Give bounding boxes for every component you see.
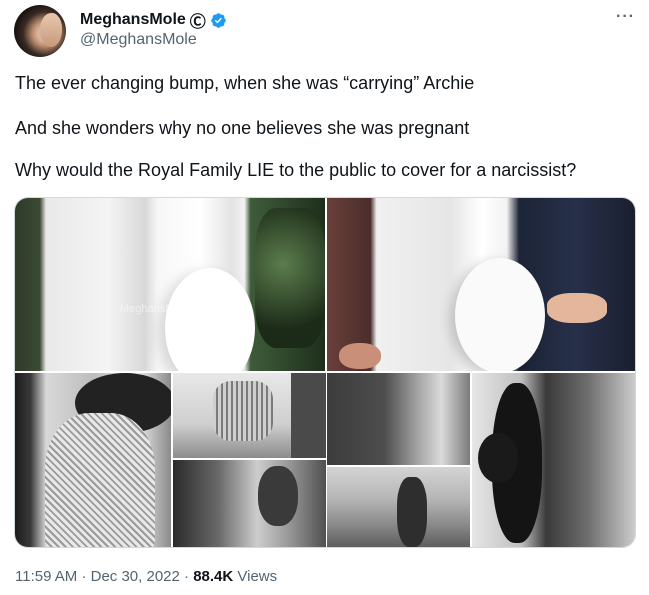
tweet-meta: 11:59 AM · Dec 30, 2022 · 88.4K Views (15, 568, 277, 585)
doorway (291, 373, 326, 458)
foliage (255, 208, 325, 348)
more-options-icon[interactable]: ··· (616, 8, 635, 26)
tweet-text-line-3: Why would the Royal Family LIE to the pu… (15, 160, 577, 180)
tweed-dress-bw-photo[interactable] (15, 373, 171, 547)
media-grid[interactable] (14, 197, 636, 548)
meta-separator: · (184, 568, 190, 585)
bump-shape (455, 258, 545, 371)
heels-bw-photo[interactable] (173, 373, 326, 458)
meta-separator: · (81, 568, 87, 585)
belly (478, 433, 518, 483)
tweet-text-line-2: And she wonders why no one believes she … (15, 118, 470, 138)
name-suffix-symbol: Ⓒ (189, 14, 206, 31)
silhouette-bw-photo[interactable] (472, 373, 635, 547)
white-coat-with-partner-photo[interactable] (327, 198, 635, 371)
walking-field-bw-photo[interactable] (327, 467, 470, 547)
avatar-face (40, 13, 62, 47)
author-handle[interactable]: @MeghansMole (80, 31, 197, 49)
seated-bw-photo[interactable] (173, 460, 326, 547)
person (258, 466, 298, 526)
tweet-time[interactable]: 11:59 AM (15, 568, 77, 585)
tweed-dress (45, 413, 155, 547)
hand (339, 343, 381, 369)
interior-window-bw-photo[interactable] (327, 373, 470, 465)
plaid-trousers (213, 381, 273, 441)
tweet-date[interactable]: Dec 30, 2022 (91, 568, 180, 585)
verified-badge-icon (211, 12, 226, 28)
views-count[interactable]: 88.4K (193, 568, 233, 585)
avatar[interactable] (14, 5, 66, 57)
views-label: Views (237, 568, 278, 585)
clasped-hands (547, 293, 607, 323)
author-name-row: MeghansMole Ⓒ (80, 8, 227, 32)
tweet-text-line-1: The ever changing bump, when she was “ca… (15, 73, 475, 93)
bump-shape (165, 268, 255, 371)
walking-figure (397, 477, 427, 547)
display-name[interactable]: MeghansMole (80, 11, 186, 29)
watermark: MeghansMole (120, 303, 190, 315)
white-coat-bump-photo[interactable] (15, 198, 325, 371)
